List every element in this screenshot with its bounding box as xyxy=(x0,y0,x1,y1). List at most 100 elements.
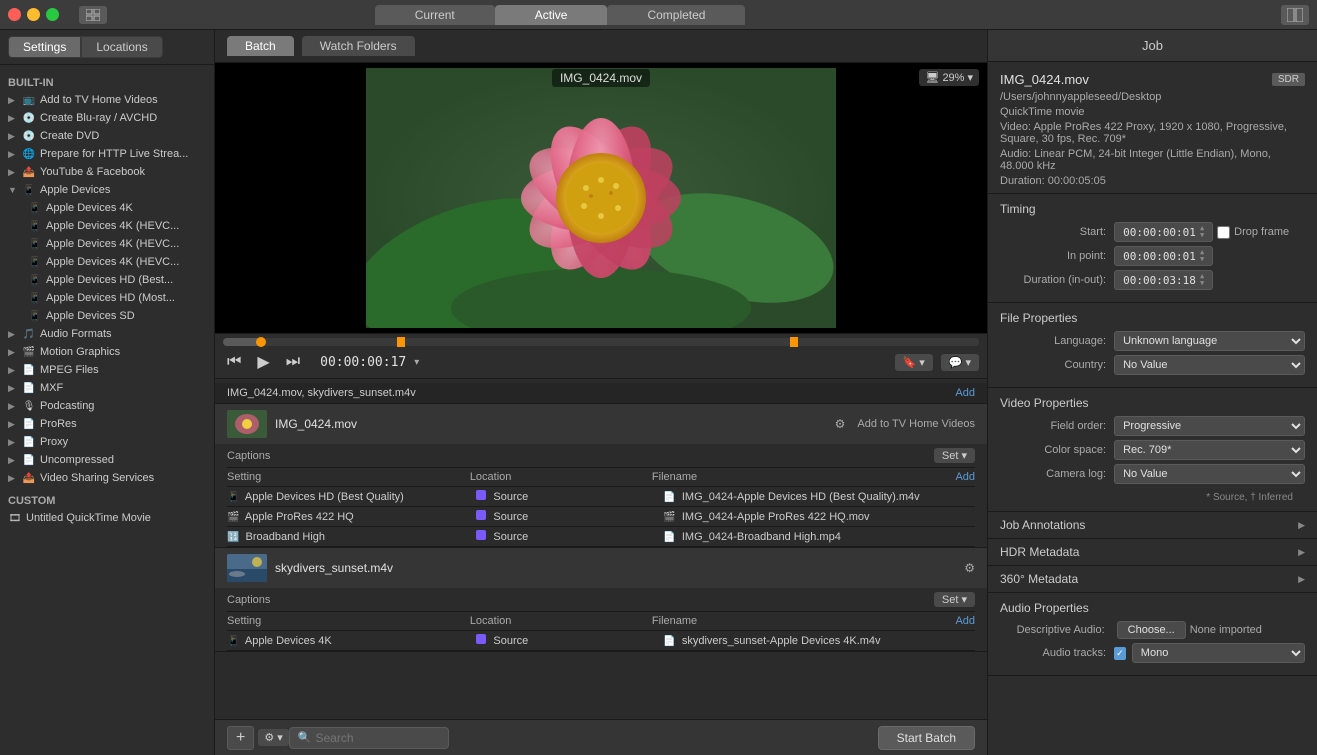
batch-table-row-2-1[interactable]: 📱 Apple Devices 4K Source 📄 skydivers_su… xyxy=(227,631,975,651)
zoom-chevron: ▾ xyxy=(967,71,973,84)
sidebar-item-mpeg[interactable]: ▶ 📄 MPEG Files xyxy=(0,361,214,379)
in-point-arrows[interactable]: ▲ ▼ xyxy=(1200,249,1204,263)
col-header-add-2[interactable]: Add xyxy=(955,615,975,627)
preview-image xyxy=(366,68,836,328)
sidebar-item-hd-best[interactable]: 📱 Apple Devices HD (Best... xyxy=(0,271,214,289)
scrubber-marker[interactable] xyxy=(256,337,266,347)
checkbox-checkmark: ✓ xyxy=(1116,648,1124,659)
job-annotations-label: Job Annotations xyxy=(1000,518,1298,532)
sidebar-item-apple-devices[interactable]: ▼ 📱 Apple Devices xyxy=(0,181,214,199)
batch-table-row-1-3[interactable]: 🔢 Broadband High Source 📄 IMG_0424-Broad… xyxy=(227,527,975,547)
sidebar-tab-locations[interactable]: Locations xyxy=(81,36,162,58)
start-arrows[interactable]: ▲ ▼ xyxy=(1200,225,1204,239)
sidebar-item-hd-most[interactable]: 📱 Apple Devices HD (Most... xyxy=(0,289,214,307)
skip-back-button[interactable]: ⏮ xyxy=(223,351,245,373)
sidebar-item-uncompressed[interactable]: ▶ 📄 Uncompressed xyxy=(0,451,214,469)
sidebar-item-proxy[interactable]: ▶ 📄 Proxy xyxy=(0,433,214,451)
camera-log-select[interactable]: No Value xyxy=(1114,464,1305,484)
batch-file-name-1: IMG_0424.mov xyxy=(275,417,827,431)
scrubber-in-marker[interactable] xyxy=(397,337,405,347)
sidebar-item-4k[interactable]: 📱 Apple Devices 4K xyxy=(0,199,214,217)
sidebar-item-motion-graphics[interactable]: ▶ 🎬 Motion Graphics xyxy=(0,343,214,361)
start-down-arrow[interactable]: ▼ xyxy=(1200,232,1204,239)
set-btn-1[interactable]: Set ▾ xyxy=(934,448,975,463)
sidebar-tab-settings[interactable]: Settings xyxy=(8,36,81,58)
close-button[interactable] xyxy=(8,8,21,21)
layout-icon[interactable] xyxy=(1281,5,1309,25)
sidebar-label-4k: Apple Devices 4K xyxy=(46,202,210,214)
job-file-header: IMG_0424.mov SDR /Users/johnnyappleseed/… xyxy=(988,62,1317,194)
sidebar-item-audio-formats[interactable]: ▶ 🎵 Audio Formats xyxy=(0,325,214,343)
duration-arrows[interactable]: ▲ ▼ xyxy=(1200,273,1204,287)
search-box[interactable]: 🔍 xyxy=(289,727,449,749)
batch-add-button[interactable]: Add xyxy=(955,387,975,399)
annotation-button[interactable]: 💬 ▾ xyxy=(941,354,979,371)
sidebar-item-dvd[interactable]: ▶ 💿 Create DVD xyxy=(0,127,214,145)
sidebar-item-4k-hevc2[interactable]: 📱 Apple Devices 4K (HEVC... xyxy=(0,235,214,253)
color-space-select[interactable]: Rec. 709* xyxy=(1114,440,1305,460)
bottom-gear-button[interactable]: ⚙ ▾ xyxy=(258,729,288,746)
tab-current[interactable]: Current xyxy=(375,5,495,25)
mxf-icon: 📄 xyxy=(22,381,36,395)
preview-zoom[interactable]: 🖥 29% ▾ xyxy=(919,69,979,86)
tab-active[interactable]: Active xyxy=(495,5,608,25)
batch-add-to-tv-label: Add to TV Home Videos xyxy=(857,418,975,430)
bookmark-button[interactable]: 🔖 ▾ xyxy=(895,354,933,371)
search-input[interactable] xyxy=(316,731,440,745)
sidebar-item-http[interactable]: ▶ 🌐 Prepare for HTTP Live Strea... xyxy=(0,145,214,163)
col-header-add-1[interactable]: Add xyxy=(955,471,975,483)
location-1-3: Source xyxy=(476,530,663,543)
duration-timecode[interactable]: 00:00:03:18 ▲ ▼ xyxy=(1114,270,1213,290)
in-point-down-arrow[interactable]: ▼ xyxy=(1200,256,1204,263)
audio-tracks-checkbox[interactable]: ✓ xyxy=(1114,647,1126,660)
timecode-dropdown-arrow[interactable]: ▾ xyxy=(414,357,419,368)
hdr-metadata-header[interactable]: HDR Metadata ▶ xyxy=(988,539,1317,565)
batch-table-row-1-1[interactable]: 📱 Apple Devices HD (Best Quality) Source… xyxy=(227,487,975,507)
sidebar-item-sd[interactable]: 📱 Apple Devices SD xyxy=(0,307,214,325)
tab-watch-folders[interactable]: Watch Folders xyxy=(302,36,415,56)
audio-tracks-select[interactable]: Mono xyxy=(1132,643,1305,663)
in-point-timecode[interactable]: 00:00:00:01 ▲ ▼ xyxy=(1114,246,1213,266)
country-select[interactable]: No Value xyxy=(1114,355,1305,375)
scrubber-track[interactable] xyxy=(223,338,979,346)
start-batch-button[interactable]: Start Batch xyxy=(878,726,975,750)
device-icon: 📱 xyxy=(28,201,42,215)
sidebar-item-video-sharing[interactable]: ▶ 📤 Video Sharing Services xyxy=(0,469,214,487)
skip-forward-button[interactable]: ⏭ xyxy=(282,351,304,373)
sidebar-item-untitled-qt[interactable]: 🎞 Untitled QuickTime Movie xyxy=(0,509,214,527)
language-select[interactable]: Unknown language xyxy=(1114,331,1305,351)
sidebar-label-apple-devices: Apple Devices xyxy=(40,184,210,196)
tile-icon[interactable] xyxy=(79,6,107,24)
sidebar-item-4k-hevc1[interactable]: 📱 Apple Devices 4K (HEVC... xyxy=(0,217,214,235)
sidebar-item-add-tv[interactable]: ▶ 📺 Add to TV Home Videos xyxy=(0,91,214,109)
tab-batch[interactable]: Batch xyxy=(227,36,294,56)
drop-frame-input[interactable] xyxy=(1217,226,1230,239)
fullscreen-button[interactable] xyxy=(46,8,59,21)
sidebar-item-bluray[interactable]: ▶ 💿 Create Blu-ray / AVCHD xyxy=(0,109,214,127)
video-properties-section: Video Properties Field order: Progressiv… xyxy=(988,388,1317,512)
batch-table-row-1-2[interactable]: 🎬 Apple ProRes 422 HQ Source 🎬 IMG_0424-… xyxy=(227,507,975,527)
choose-button[interactable]: Choose... xyxy=(1117,621,1186,639)
sidebar-item-prores[interactable]: ▶ 📄 ProRes xyxy=(0,415,214,433)
sidebar-item-youtube[interactable]: ▶ 📤 YouTube & Facebook xyxy=(0,163,214,181)
expand-arrow: ▶ xyxy=(8,347,18,358)
batch-file-gear-2[interactable]: ⚙ xyxy=(964,561,975,575)
tab-completed[interactable]: Completed xyxy=(607,5,745,25)
sidebar-item-4k-hevc3[interactable]: 📱 Apple Devices 4K (HEVC... xyxy=(0,253,214,271)
minimize-button[interactable] xyxy=(27,8,40,21)
drop-frame-checkbox[interactable]: Drop frame xyxy=(1217,226,1289,239)
add-item-button[interactable]: + xyxy=(227,726,254,750)
hdr-360-header[interactable]: 360° Metadata ▶ xyxy=(988,566,1317,592)
duration-down-arrow[interactable]: ▼ xyxy=(1200,280,1204,287)
field-order-select[interactable]: Progressive xyxy=(1114,416,1305,436)
play-button[interactable]: ▶ xyxy=(253,350,273,374)
scrubber-out-marker[interactable] xyxy=(790,337,798,347)
sidebar-item-mxf[interactable]: ▶ 📄 MXF xyxy=(0,379,214,397)
expand-arrow: ▶ xyxy=(8,149,18,160)
sidebar-item-podcasting[interactable]: ▶ 🎙 Podcasting xyxy=(0,397,214,415)
set-btn-2[interactable]: Set ▾ xyxy=(934,592,975,607)
start-timecode[interactable]: 00:00:00:01 ▲ ▼ xyxy=(1114,222,1213,242)
country-row: Country: No Value xyxy=(1000,355,1305,375)
batch-file-gear-1[interactable]: ⚙ xyxy=(835,417,846,431)
job-annotations-header[interactable]: Job Annotations ▶ xyxy=(988,512,1317,538)
